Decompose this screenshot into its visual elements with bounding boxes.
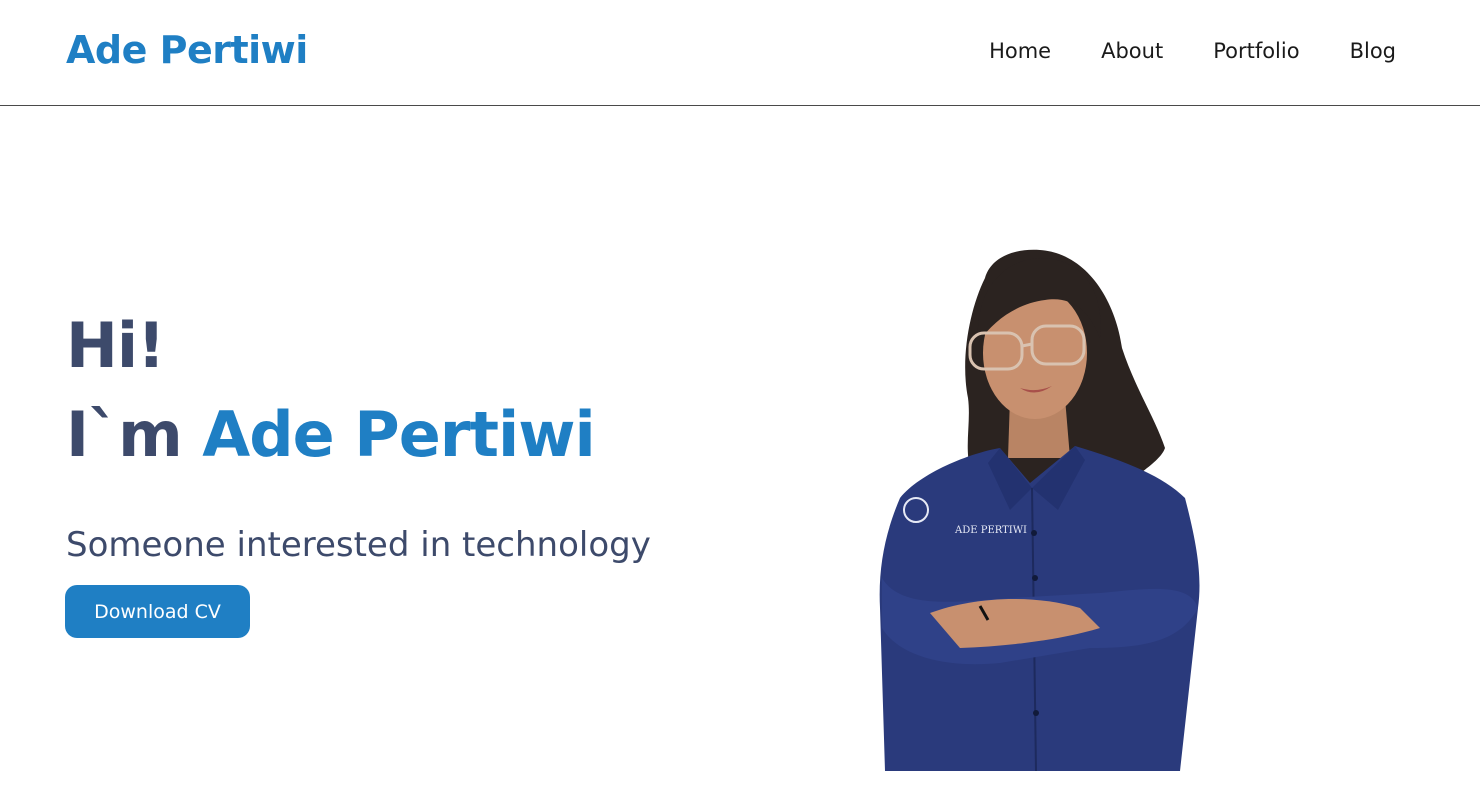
hero-tagline: Someone interested in technology — [66, 525, 651, 565]
nav-link-home[interactable]: Home — [989, 35, 1051, 67]
brand-logo[interactable]: Ade Pertiwi — [66, 26, 308, 74]
hero-greeting: Hi! — [66, 309, 165, 382]
nav-link-about[interactable]: About — [1101, 35, 1163, 67]
nav-link-portfolio[interactable]: Portfolio — [1213, 35, 1299, 67]
nav-menu: Home About Portfolio Blog — [939, 35, 1396, 67]
hero-intro: I`m Ade Pertiwi — [66, 386, 596, 484]
nav-link-blog[interactable]: Blog — [1350, 35, 1396, 67]
shirt-name-tag: ADE PERTIWI — [954, 525, 1027, 536]
download-cv-button[interactable]: Download CV — [65, 585, 250, 638]
hero-heading: Hi! I`m Ade Pertiwi — [66, 306, 596, 484]
hero-name: Ade Pertiwi — [202, 398, 595, 471]
profile-photo: ADE PERTIWI — [879, 249, 1200, 771]
hero-intro-prefix: I`m — [66, 398, 203, 471]
top-navbar: Ade Pertiwi Home About Portfolio Blog — [0, 0, 1480, 106]
